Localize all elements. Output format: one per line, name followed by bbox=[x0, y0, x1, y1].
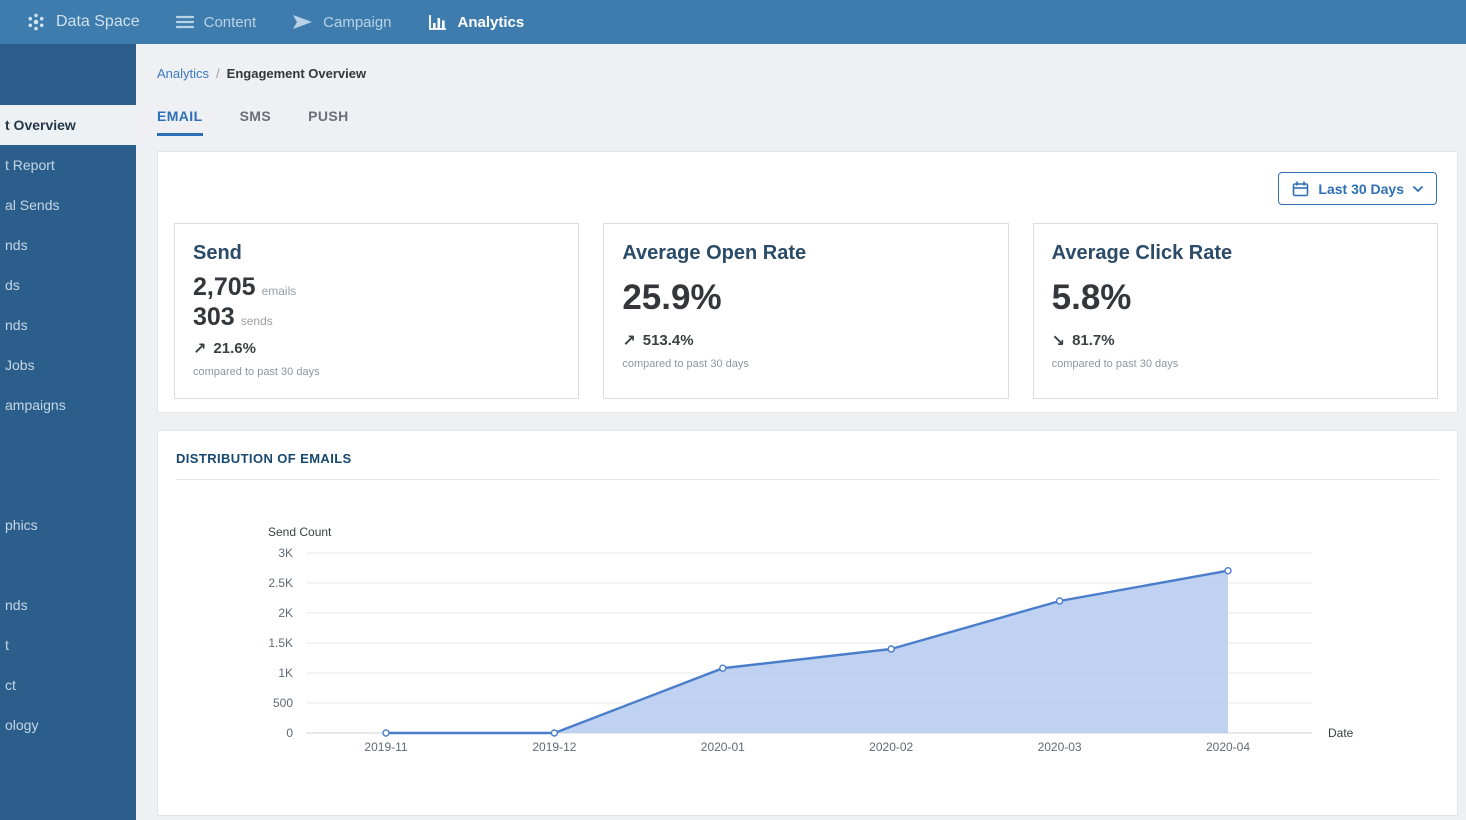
x-axis-tick-label: 2020-03 bbox=[1038, 740, 1082, 754]
kpi-change-value: 21.6% bbox=[213, 340, 256, 357]
kpi-note: compared to past 30 days bbox=[193, 366, 320, 378]
kpi-value: 5.8% bbox=[1051, 278, 1132, 317]
sidebar-item[interactable]: ds bbox=[0, 265, 136, 305]
kpi-note: compared to past 30 days bbox=[1051, 358, 1179, 370]
chart-point[interactable] bbox=[382, 729, 390, 737]
x-axis-tick-label: 2020-01 bbox=[701, 740, 745, 754]
sidebar-item[interactable]: t bbox=[0, 625, 136, 665]
x-axis-tick-label: 2020-04 bbox=[1206, 740, 1250, 754]
nav-label: Content bbox=[203, 13, 257, 31]
kpi-value-row: 2,705 emails bbox=[193, 273, 560, 303]
send-count-chart: 3K 2.5K 2K 1.5K 1K 500 0 2019-11 2019-12 2020-01 2… bbox=[268, 525, 1354, 754]
sidebar-item[interactable]: Jobs bbox=[0, 345, 136, 385]
tab-push[interactable]: PUSH bbox=[308, 108, 349, 136]
kpi-change: ↗ 21.6% bbox=[193, 339, 560, 359]
x-axis-tick-label: 2019-11 bbox=[364, 740, 407, 754]
brand[interactable]: Data Space bbox=[26, 12, 140, 32]
sidebar-item[interactable]: t Report bbox=[0, 145, 136, 185]
y-axis-tick-label: 2.5K bbox=[268, 576, 293, 590]
y-axis-tick-label: 3K bbox=[278, 546, 293, 560]
tab-email[interactable]: EMAIL bbox=[157, 108, 203, 136]
nav-label: Analytics bbox=[457, 13, 525, 31]
kpi-value: 25.9% bbox=[622, 278, 722, 317]
topbar: Data Space Content Campaign Analytics bbox=[0, 0, 1466, 44]
y-axis-tick-label: 1K bbox=[278, 666, 293, 680]
kpi-unit: sends bbox=[240, 314, 273, 328]
paper-plane-icon bbox=[293, 15, 313, 29]
chart-point[interactable] bbox=[887, 645, 895, 653]
layout: t Overview t Report al Sends nds ds nds Jobs am… bbox=[0, 44, 1466, 820]
kpi-change: ↗ 513.4% bbox=[622, 331, 989, 351]
x-axis-title: Date bbox=[1328, 726, 1354, 740]
kpi-title: Send bbox=[193, 242, 242, 264]
chevron-down-icon bbox=[1413, 185, 1423, 192]
sidebar-item[interactable]: nds bbox=[0, 305, 136, 345]
kpi-value: 303 bbox=[193, 303, 235, 331]
sidebar-item[interactable]: ampaigns bbox=[0, 385, 136, 425]
sidebar: t Overview t Report al Sends nds ds nds Jobs am… bbox=[0, 44, 136, 820]
sidebar-item[interactable]: ct bbox=[0, 665, 136, 705]
sidebar-item[interactable]: nds bbox=[0, 225, 136, 265]
sidebar-item[interactable]: t Overview bbox=[0, 105, 136, 145]
tab-sms[interactable]: SMS bbox=[240, 108, 272, 136]
nav-item-analytics[interactable]: Analytics bbox=[428, 13, 525, 31]
x-axis-tick-label: 2019-12 bbox=[532, 740, 576, 754]
kpi-title: Average Open Rate bbox=[622, 242, 807, 264]
chart-area bbox=[386, 570, 1228, 733]
breadcrumb-analytics-link[interactable]: Analytics bbox=[157, 66, 209, 81]
y-axis-tick-label: 1.5K bbox=[268, 636, 293, 650]
breadcrumb: Analytics / Engagement Overview bbox=[157, 66, 1458, 81]
kpi-change: ↘ 81.7% bbox=[1052, 331, 1419, 351]
y-axis-tick-label: 500 bbox=[273, 696, 293, 710]
chart-point[interactable] bbox=[1224, 566, 1232, 575]
kpi-change-value: 81.7% bbox=[1072, 332, 1115, 349]
kpi-unit: emails bbox=[261, 284, 297, 298]
kpi-change-value: 513.4% bbox=[642, 332, 694, 349]
channel-tabs: EMAIL SMS PUSH bbox=[157, 108, 1458, 136]
kpi-card-click-rate: Average Click Rate 5.8% ↘ 81.7% compared… bbox=[1032, 223, 1438, 399]
sidebar-item[interactable]: nds bbox=[0, 585, 136, 625]
chart-point[interactable] bbox=[719, 664, 727, 672]
kpi-card-open-rate: Average Open Rate 25.9% ↗ 513.4% compare… bbox=[603, 223, 1009, 399]
kpi-value-row: 303 sends bbox=[193, 303, 560, 333]
nav-label: Campaign bbox=[323, 13, 392, 31]
content-icon bbox=[175, 15, 194, 29]
dataspace-logo-icon bbox=[28, 13, 44, 31]
y-axis-tick-label: 0 bbox=[286, 726, 293, 740]
trend-up-icon: ↗ bbox=[193, 339, 207, 358]
date-range-label: Last 30 Days bbox=[1318, 180, 1404, 197]
x-axis-tick-label: 2020-02 bbox=[869, 740, 913, 754]
sidebar-item[interactable]: ology bbox=[0, 705, 136, 745]
distribution-panel: DISTRIBUTION OF EMAILS 3K 2.5K 2K 1.5K 1K 500… bbox=[157, 430, 1458, 816]
divider bbox=[176, 479, 1439, 480]
sidebar-item[interactable]: al Sends bbox=[0, 185, 136, 225]
bar-chart-icon bbox=[428, 14, 446, 30]
kpi-note: compared to past 30 days bbox=[622, 358, 749, 370]
trend-down-icon: ↘ bbox=[1051, 331, 1066, 350]
breadcrumb-current: Engagement Overview bbox=[226, 66, 367, 81]
brand-label: Data Space bbox=[56, 13, 140, 30]
kpi-value: 2,705 bbox=[193, 273, 256, 301]
chart-point[interactable] bbox=[550, 729, 559, 737]
nav-item-content[interactable]: Content bbox=[175, 13, 257, 31]
trend-up-icon: ↗ bbox=[622, 331, 636, 350]
kpi-title: Average Click Rate bbox=[1051, 242, 1233, 264]
y-axis-tick-label: 2K bbox=[278, 606, 293, 620]
date-range-button[interactable]: Last 30 Days bbox=[1278, 172, 1437, 205]
kpi-row: Send 2,705 emails 303 sends ↗ 21.6% comp… bbox=[174, 223, 1438, 399]
calendar-icon bbox=[1293, 180, 1309, 196]
breadcrumb-separator: / bbox=[216, 66, 220, 81]
kpi-panel: Last 30 Days Send 2,705 emails 303 sends bbox=[157, 151, 1458, 413]
sidebar-item[interactable]: phics bbox=[0, 505, 136, 545]
chart-title: DISTRIBUTION OF EMAILS bbox=[176, 451, 352, 466]
kpi-card-send: Send 2,705 emails 303 sends ↗ 21.6% comp… bbox=[174, 223, 580, 399]
y-axis-title: Send Count bbox=[268, 525, 332, 539]
main-content: Analytics / Engagement Overview EMAIL SM… bbox=[136, 44, 1466, 820]
nav-item-campaign[interactable]: Campaign bbox=[292, 13, 392, 31]
chart-point[interactable] bbox=[1055, 597, 1064, 605]
